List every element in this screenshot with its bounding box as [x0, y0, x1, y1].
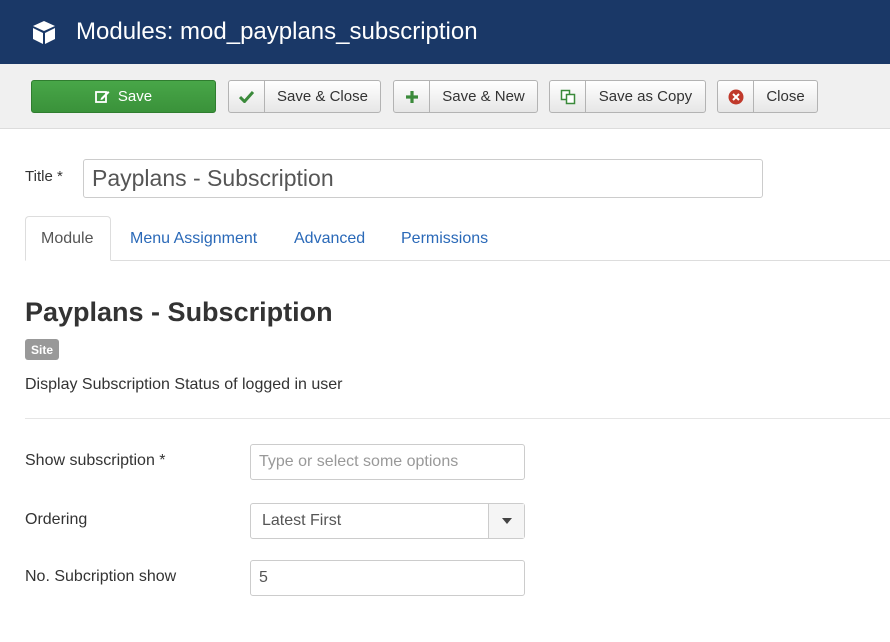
close-button[interactable]: Close: [717, 80, 818, 113]
module-heading: Payplans - Subscription: [25, 297, 333, 327]
save-button[interactable]: Save: [31, 80, 216, 113]
checkmark-icon: [229, 81, 265, 112]
tab-advanced[interactable]: Advanced: [279, 216, 380, 261]
app-header: Modules: mod_payplans_subscription: [0, 0, 890, 64]
close-icon: [718, 81, 754, 112]
plus-icon: [394, 81, 430, 112]
page-title: Modules: mod_payplans_subscription: [76, 18, 478, 45]
tab-permissions[interactable]: Permissions: [386, 216, 503, 261]
save-new-button[interactable]: Save & New: [393, 80, 538, 113]
title-input[interactable]: [83, 159, 763, 198]
save-close-button[interactable]: Save & Close: [228, 80, 381, 113]
module-description: Display Subscription Status of logged in…: [25, 376, 343, 393]
subscription-count-value: 5: [259, 569, 268, 586]
show-subscription-label: Show subscription *: [25, 452, 166, 469]
show-subscription-placeholder: Type or select some options: [259, 453, 459, 470]
site-badge: Site: [25, 339, 60, 360]
ordering-value: Latest First: [262, 512, 342, 529]
close-label: Close: [766, 88, 805, 105]
save-new-label: Save & New: [442, 88, 525, 105]
tab-menu-assignment[interactable]: Menu Assignment: [115, 216, 272, 261]
ordering-select[interactable]: Latest First: [250, 503, 525, 539]
save-close-label: Save & Close: [277, 88, 368, 105]
edit-icon: [94, 91, 110, 103]
save-label: Save: [117, 88, 153, 105]
toolbar: Save Save & Close Save & New Save as Cop…: [0, 64, 890, 129]
ordering-label: Ordering: [25, 511, 88, 528]
chevron-down-icon[interactable]: [488, 504, 524, 538]
tab-module[interactable]: Module: [25, 216, 111, 261]
save-copy-button[interactable]: Save as Copy: [549, 80, 706, 113]
subscription-count-label: No. Subcription show: [25, 568, 177, 585]
subscription-count-input[interactable]: 5: [250, 560, 525, 596]
title-label: Title *: [25, 168, 63, 185]
copy-icon: [550, 81, 586, 112]
divider: [25, 418, 890, 419]
cube-icon: [33, 21, 55, 44]
show-subscription-input[interactable]: Type or select some options: [250, 444, 525, 480]
save-copy-label: Save as Copy: [598, 88, 693, 105]
